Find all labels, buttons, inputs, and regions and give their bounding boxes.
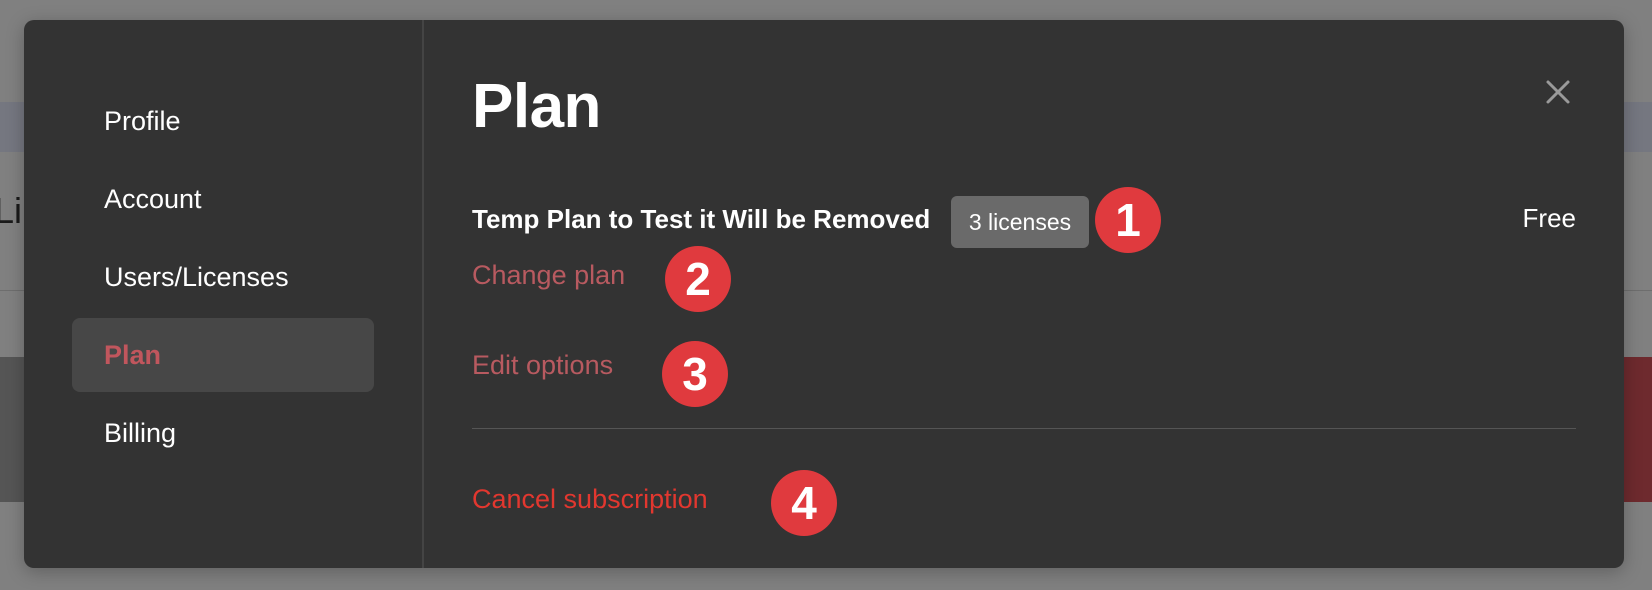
sidebar-item-account[interactable]: Account xyxy=(72,162,374,236)
sidebar-item-profile[interactable]: Profile xyxy=(72,84,374,158)
close-button[interactable] xyxy=(1538,72,1578,112)
sidebar-item-users-licenses[interactable]: Users/Licenses xyxy=(72,240,374,314)
edit-options-link[interactable]: Edit options xyxy=(472,350,613,381)
sidebar-item-plan[interactable]: Plan xyxy=(72,318,374,392)
annotation-marker-2: 2 xyxy=(665,246,731,312)
plan-panel: Plan Temp Plan to Test it Will be Remove… xyxy=(424,20,1624,568)
page-title: Plan xyxy=(472,72,601,141)
annotation-marker-1: 1 xyxy=(1095,187,1161,253)
close-icon xyxy=(1546,80,1570,104)
sidebar-item-billing[interactable]: Billing xyxy=(72,396,374,470)
settings-sidebar: Profile Account Users/Licenses Plan Bill… xyxy=(24,20,424,568)
plan-price: Free xyxy=(1522,203,1576,233)
change-plan-link[interactable]: Change plan xyxy=(472,260,625,291)
cancel-subscription-link[interactable]: Cancel subscription xyxy=(472,484,708,515)
plan-name: Temp Plan to Test it Will be Removed xyxy=(472,204,931,234)
background-text-fragment: Li xyxy=(0,190,23,231)
license-count-badge: 3 licenses xyxy=(951,196,1089,248)
section-divider xyxy=(472,428,1576,429)
annotation-marker-3: 3 xyxy=(662,341,728,407)
annotation-marker-4: 4 xyxy=(771,470,837,536)
